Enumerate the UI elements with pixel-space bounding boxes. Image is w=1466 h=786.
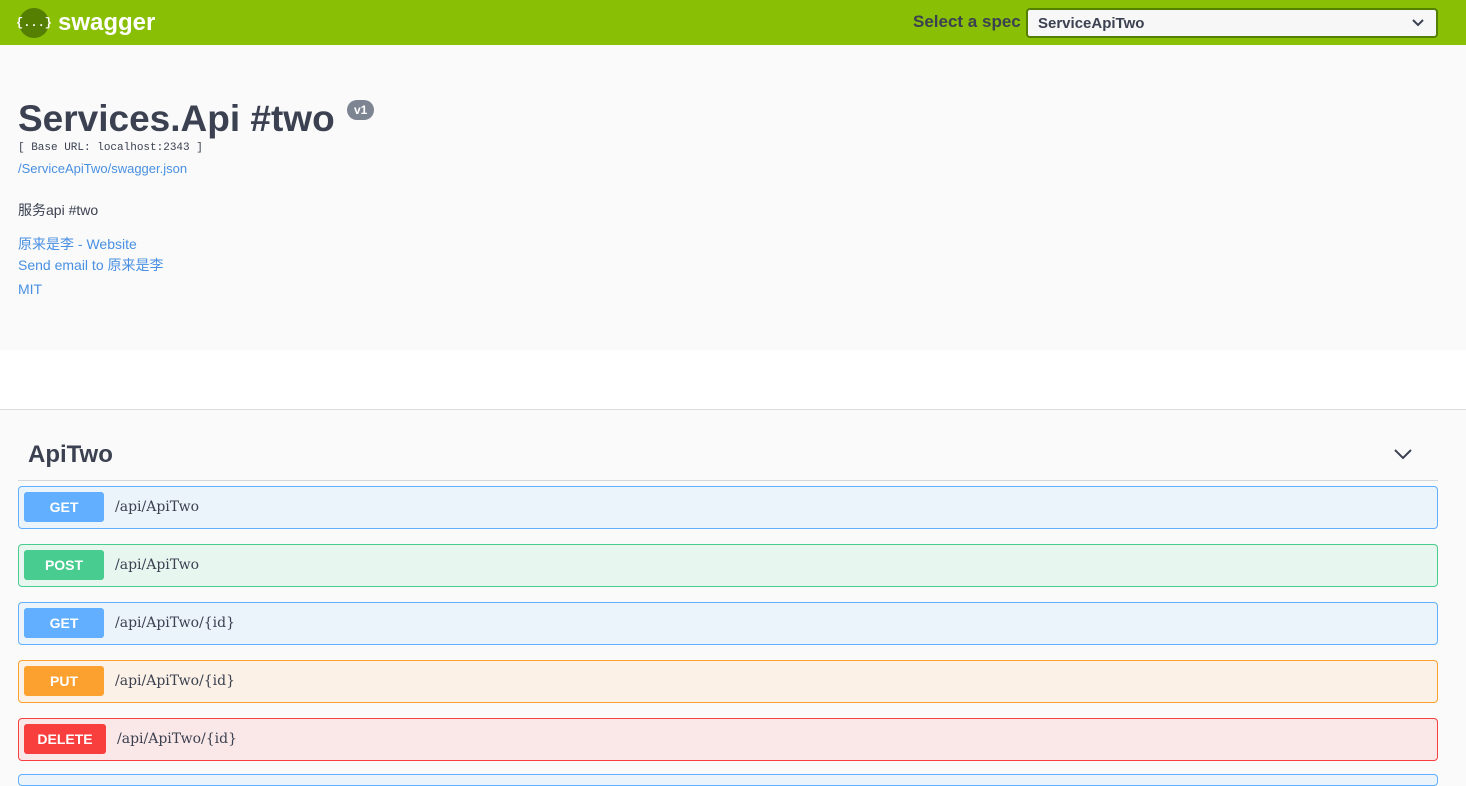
operation-path: /api/ApiTwo/{id} bbox=[117, 731, 237, 747]
info-section: Services.Api #two v1 [ Base URL: localho… bbox=[0, 45, 1466, 350]
tag-header-apitwo[interactable]: ApiTwo bbox=[18, 434, 1438, 481]
operation-partial[interactable] bbox=[18, 774, 1438, 786]
api-description: 服务api #two bbox=[18, 202, 99, 218]
swagger-json-link[interactable]: /ServiceApiTwo/swagger.json bbox=[18, 161, 187, 176]
method-badge: GET bbox=[24, 492, 104, 522]
chevron-down-icon bbox=[1412, 19, 1424, 27]
spec-select[interactable]: ServiceApiTwo bbox=[1026, 8, 1438, 38]
api-title: Services.Api #two bbox=[18, 98, 335, 139]
operation-delete-apitwo-id[interactable]: DELETE /api/ApiTwo/{id} bbox=[18, 718, 1438, 761]
website-link[interactable]: 原来是李 - Website bbox=[18, 234, 137, 254]
chevron-down-icon[interactable] bbox=[1394, 448, 1412, 460]
operation-path: /api/ApiTwo/{id} bbox=[115, 615, 235, 631]
operation-get-apitwo-id[interactable]: GET /api/ApiTwo/{id} bbox=[18, 602, 1438, 645]
base-url: [ Base URL: localhost:2343 ] bbox=[18, 142, 203, 154]
swagger-logo-text: swagger bbox=[58, 9, 156, 36]
operation-path: /api/ApiTwo/{id} bbox=[115, 673, 235, 689]
spec-select-value: ServiceApiTwo bbox=[1038, 15, 1145, 32]
operation-path: /api/ApiTwo bbox=[115, 557, 200, 573]
operation-put-apitwo-id[interactable]: PUT /api/ApiTwo/{id} bbox=[18, 660, 1438, 703]
tag-title: ApiTwo bbox=[28, 441, 113, 468]
license-link[interactable]: MIT bbox=[18, 281, 42, 297]
swagger-logo[interactable]: {...} swagger bbox=[16, 8, 156, 38]
operation-path: /api/ApiTwo bbox=[115, 499, 200, 515]
method-badge: DELETE bbox=[24, 724, 106, 754]
version-badge: v1 bbox=[347, 100, 375, 120]
operation-post-apitwo[interactable]: POST /api/ApiTwo bbox=[18, 544, 1438, 587]
operation-get-apitwo[interactable]: GET /api/ApiTwo bbox=[18, 486, 1438, 529]
scheme-container bbox=[0, 350, 1466, 410]
method-badge: PUT bbox=[24, 666, 104, 696]
method-badge: GET bbox=[24, 608, 104, 638]
select-spec-label: Select a spec bbox=[913, 12, 1021, 31]
topbar: {...} swagger Select a spec ServiceApiTw… bbox=[0, 0, 1466, 45]
email-link[interactable]: Send email to 原来是李 bbox=[18, 255, 164, 275]
method-badge: POST bbox=[24, 550, 104, 580]
swagger-logo-icon: {...} bbox=[16, 8, 52, 38]
